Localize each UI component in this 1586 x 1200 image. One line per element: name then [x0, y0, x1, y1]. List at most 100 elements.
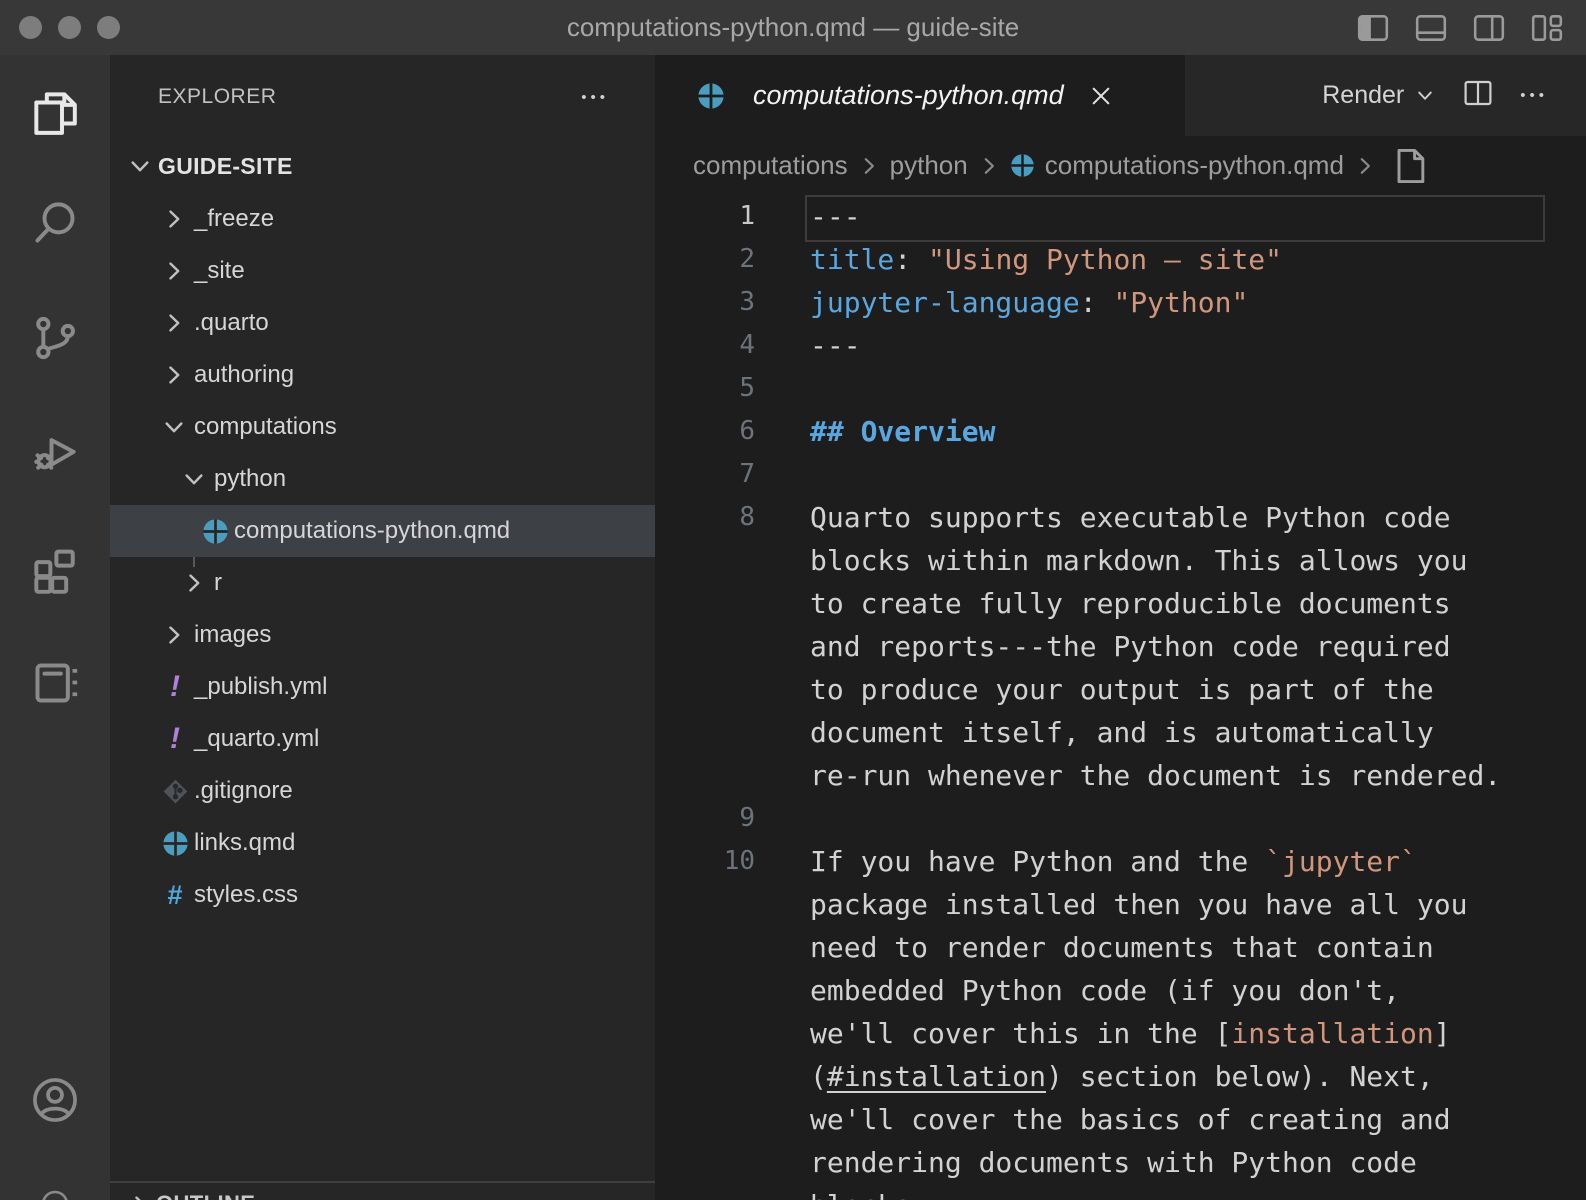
- tree-folder-.quarto[interactable]: .quarto: [110, 297, 655, 349]
- code-row[interactable]: 1---: [655, 195, 1586, 238]
- tree-item-label: .quarto: [194, 309, 269, 337]
- breadcrumb-item-computations[interactable]: computations: [693, 150, 848, 181]
- line-number: 5: [655, 367, 755, 410]
- code-row[interactable]: blocks within markdown. This allows you: [655, 539, 1586, 582]
- tree-item-label: _site: [194, 257, 245, 285]
- quarto-file-icon: [160, 830, 190, 857]
- explorer-header: EXPLORER: [158, 85, 276, 109]
- tree-file-_publish.yml[interactable]: !_publish.yml: [110, 661, 655, 713]
- code-row[interactable]: to produce your output is part of the: [655, 668, 1586, 711]
- code-row[interactable]: we'll cover this in the [installation]: [655, 1012, 1586, 1055]
- search-icon[interactable]: [27, 195, 83, 251]
- render-button[interactable]: Render: [1322, 81, 1436, 110]
- code-row[interactable]: we'll cover the basics of creating and: [655, 1098, 1586, 1141]
- source-control-icon[interactable]: [27, 310, 83, 366]
- code-line-text: ---: [755, 324, 861, 367]
- title-bar: computations-python.qmd — guide-site: [0, 0, 1586, 55]
- tab-computations-python[interactable]: computations-python.qmd: [655, 55, 1185, 136]
- chevron-right-icon: [160, 361, 190, 389]
- code-row[interactable]: to create fully reproducible documents: [655, 582, 1586, 625]
- code-row[interactable]: 7: [655, 453, 1586, 496]
- code-row[interactable]: embedded Python code (if you don't,: [655, 969, 1586, 1012]
- close-tab-icon[interactable]: [1088, 83, 1114, 109]
- explorer-more-actions-icon[interactable]: •••: [581, 89, 609, 106]
- tree-folder-python[interactable]: python: [110, 453, 655, 505]
- project-root-row[interactable]: GUIDE-SITE: [110, 141, 655, 191]
- more-actions-icon[interactable]: •••: [1520, 87, 1548, 104]
- breadcrumb-item-file[interactable]: computations-python.qmd: [1045, 150, 1344, 181]
- customize-layout-icon[interactable]: [1530, 11, 1564, 45]
- code-row[interactable]: 10If you have Python and the `jupyter`: [655, 840, 1586, 883]
- chevron-right-icon: [160, 205, 190, 233]
- vscode-window: computations-python.qmd — guide-site: [0, 0, 1586, 1200]
- breadcrumb-item-python[interactable]: python: [890, 150, 968, 181]
- outline-section-header[interactable]: OUTLINE: [110, 1181, 655, 1200]
- code-row[interactable]: (#installation) section below). Next,: [655, 1055, 1586, 1098]
- tree-folder-_freeze[interactable]: _freeze: [110, 193, 655, 245]
- tree-folder-images[interactable]: images: [110, 609, 655, 661]
- tree-folder-_site[interactable]: _site: [110, 245, 655, 297]
- extensions-icon[interactable]: [27, 540, 83, 596]
- tree-folder-authoring[interactable]: authoring: [110, 349, 655, 401]
- split-editor-right-icon[interactable]: [1472, 11, 1506, 45]
- code-row[interactable]: 6## Overview: [655, 410, 1586, 453]
- code-line-text: to create fully reproducible documents: [755, 582, 1451, 625]
- chevron-right-icon: [160, 621, 190, 649]
- tree-item-label: computations-python.qmd: [234, 517, 510, 545]
- yaml-file-icon: !: [160, 724, 190, 754]
- code-row[interactable]: 3jupyter-language: "Python": [655, 281, 1586, 324]
- code-row[interactable]: 8Quarto supports executable Python code: [655, 496, 1586, 539]
- explorer-icon[interactable]: [27, 85, 83, 141]
- chevron-down-icon: [160, 413, 190, 441]
- code-row[interactable]: blocks.: [655, 1184, 1586, 1200]
- code-row[interactable]: 5: [655, 367, 1586, 410]
- toggle-sidebar-icon[interactable]: [1356, 11, 1390, 45]
- quarto-file-icon: [200, 518, 230, 545]
- tree-folder-r[interactable]: r: [110, 557, 655, 609]
- line-number: [655, 969, 755, 1012]
- code-line-text: Quarto supports executable Python code: [755, 496, 1451, 539]
- code-line-text: [755, 453, 810, 496]
- tree-file-_quarto.yml[interactable]: !_quarto.yml: [110, 713, 655, 765]
- tree-file-styles.css[interactable]: #styles.css: [110, 869, 655, 921]
- code-line-text: jupyter-language: "Python": [755, 281, 1248, 324]
- code-row[interactable]: 4---: [655, 324, 1586, 367]
- code-editor[interactable]: 1---2title: "Using Python – site"3jupyte…: [655, 195, 1586, 1200]
- account-icon[interactable]: [27, 1072, 83, 1128]
- render-label: Render: [1322, 81, 1404, 110]
- code-row[interactable]: 2title: "Using Python – site": [655, 238, 1586, 281]
- code-row[interactable]: package installed then you have all you: [655, 883, 1586, 926]
- split-editor-icon[interactable]: [1462, 77, 1494, 114]
- code-line-text: ---: [755, 195, 861, 238]
- line-number: [655, 1098, 755, 1141]
- quarto-file-icon: [697, 82, 725, 110]
- code-line-text: package installed then you have all you: [755, 883, 1467, 926]
- code-line-text: blocks within markdown. This allows you: [755, 539, 1467, 582]
- notebook-icon[interactable]: [27, 655, 83, 711]
- code-row[interactable]: need to render documents that contain: [655, 926, 1586, 969]
- code-line-text: blocks.: [755, 1184, 928, 1200]
- line-number: [655, 668, 755, 711]
- code-row[interactable]: and reports---the Python code required: [655, 625, 1586, 668]
- line-number: [655, 625, 755, 668]
- line-number: [655, 754, 755, 797]
- tree-file-computations-python.qmd[interactable]: computations-python.qmd: [110, 505, 655, 557]
- line-number: 10: [655, 840, 755, 883]
- code-line-text: If you have Python and the `jupyter`: [755, 840, 1417, 883]
- code-row[interactable]: document itself, and is automatically: [655, 711, 1586, 754]
- code-row[interactable]: 9: [655, 797, 1586, 840]
- code-row[interactable]: rendering documents with Python code: [655, 1141, 1586, 1184]
- line-number: [655, 711, 755, 754]
- code-row[interactable]: re-run whenever the document is rendered…: [655, 754, 1586, 797]
- tree-folder-computations[interactable]: computations: [110, 401, 655, 453]
- chevron-right-icon: [856, 153, 882, 179]
- code-line-text: rendering documents with Python code: [755, 1141, 1417, 1184]
- run-and-debug-icon[interactable]: [27, 425, 83, 481]
- tree-file-links.qmd[interactable]: links.qmd: [110, 817, 655, 869]
- chevron-right-icon: [976, 153, 1002, 179]
- tree-file-.gitignore[interactable]: .gitignore: [110, 765, 655, 817]
- tree-item-label: computations: [194, 413, 337, 441]
- editor-group: computations-python.qmd Render ••• compu…: [655, 55, 1586, 1200]
- toggle-panel-icon[interactable]: [1414, 11, 1448, 45]
- settings-gear-icon[interactable]: [27, 1188, 83, 1200]
